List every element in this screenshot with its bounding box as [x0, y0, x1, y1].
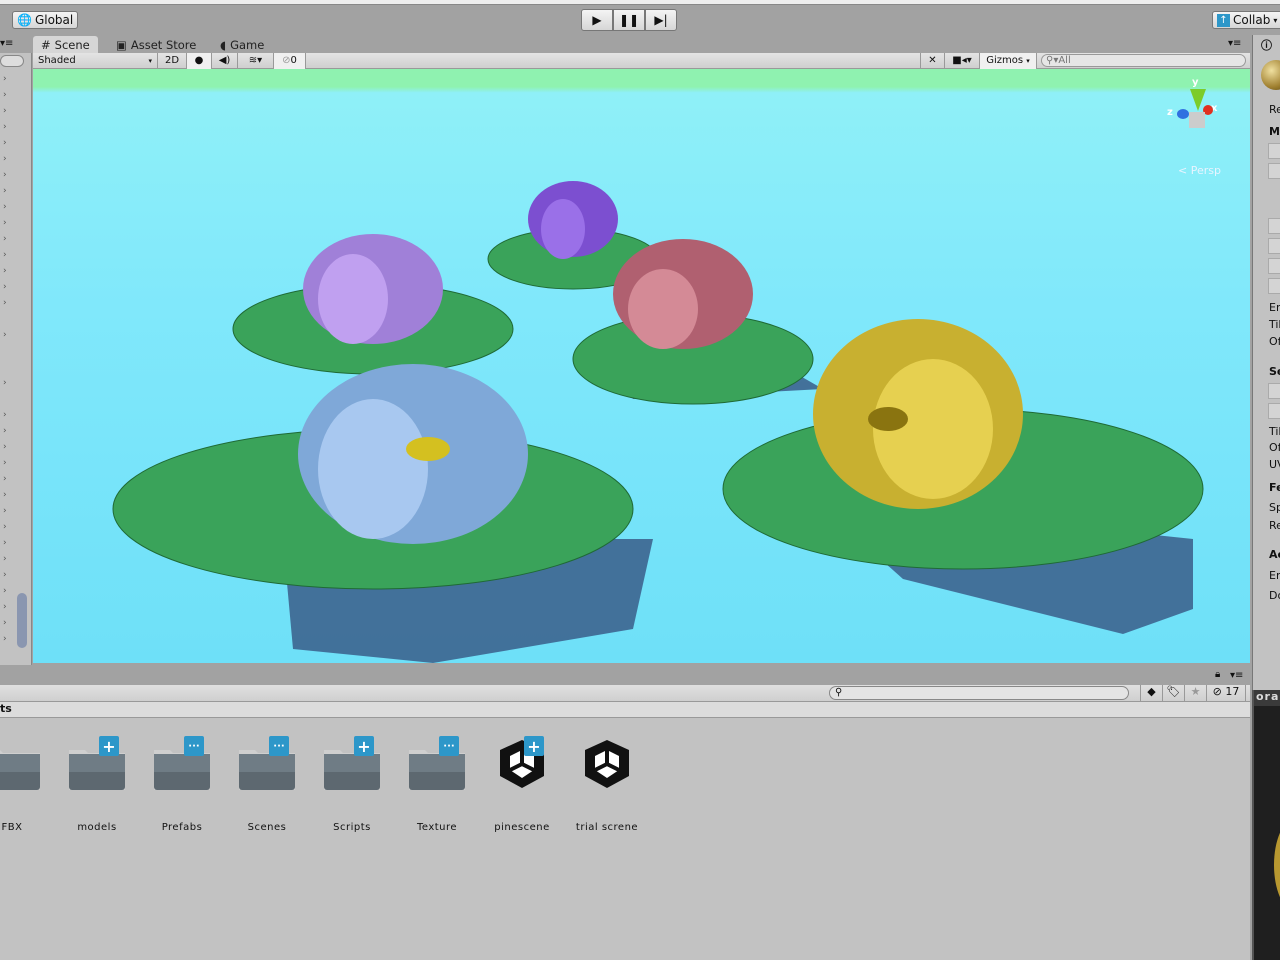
preview-panel: ora	[1252, 690, 1280, 960]
asset-name: trial screne	[575, 822, 639, 833]
material-preview-sphere	[1261, 60, 1280, 90]
asset-name: Scenes	[247, 822, 287, 833]
search-icon: ⚲▾	[1046, 55, 1059, 66]
lightbulb-icon: ●	[194, 55, 204, 66]
preview-sphere	[1274, 820, 1280, 910]
field[interactable]	[1268, 258, 1280, 274]
lock-menu-icon[interactable]: ▾≡	[0, 38, 13, 49]
inspector-panel: ⓘ Re M En Til Of Se Til Of UV Fe Sp Re A…	[1252, 35, 1280, 690]
filter-by-type-button[interactable]: ◆	[1140, 685, 1162, 702]
hierarchy-panel-edge: › › › › › › › › › › › › › › › › › › › › › › › › › › › › › › › ›	[0, 53, 32, 665]
play-icon: ▶	[592, 13, 602, 27]
favorites-button[interactable]: ★	[1184, 685, 1206, 702]
cloud-upload-icon: ↑	[1217, 13, 1230, 27]
global-pivot-button[interactable]: 🌐 Global	[12, 11, 79, 29]
camera-dropdown[interactable]: ■◂▾	[945, 52, 980, 69]
z-axis-cone[interactable]	[1177, 109, 1189, 119]
tab-game[interactable]: ◖ Game	[212, 36, 272, 53]
chevron-down-icon: ▾	[1026, 56, 1030, 65]
eye-slash-icon: ⊘	[282, 55, 291, 66]
breadcrumb[interactable]: ts	[0, 702, 1250, 718]
projection-label[interactable]: < Persp	[1178, 164, 1221, 177]
field[interactable]	[1268, 383, 1280, 399]
grid-icon: #	[41, 37, 51, 52]
scene-render	[112, 181, 1204, 663]
scene-toolbar: Shaded ▾ 2D ● ◀) ≋▾ ⊘ 0 ✕ ■◂▾ Gizmos ▾ ⚲▾ A…	[33, 52, 1250, 69]
lock-icon[interactable]: 🔒︎	[1215, 669, 1220, 680]
speaker-icon: ◀)	[218, 55, 231, 66]
scene-viewport[interactable]: y x z < Persp	[33, 69, 1250, 663]
hierarchy-search-input[interactable]	[0, 55, 24, 67]
audio-toggle[interactable]: ◀)	[212, 52, 238, 69]
filter-by-label-button[interactable]: 🏷︎	[1162, 685, 1184, 702]
eye-slash-icon: ⊘	[1212, 685, 1222, 698]
pacman-icon: ◖	[220, 37, 227, 52]
field[interactable]	[1268, 403, 1280, 419]
globe-icon: 🌐	[17, 13, 32, 27]
panel-menu-icon[interactable]: ▾≡	[1230, 670, 1243, 681]
search-icon: ⚲	[835, 687, 843, 698]
effects-dropdown[interactable]: ≋▾	[238, 52, 274, 69]
top-strip	[0, 0, 1280, 5]
tools-button[interactable]: ✕	[920, 52, 945, 69]
scene-search-input[interactable]: ⚲▾ All	[1041, 54, 1246, 67]
gizmo-center-cube[interactable]	[1189, 112, 1205, 128]
plus-icon[interactable]: +	[99, 736, 119, 756]
tools-icon: ✕	[928, 55, 937, 66]
tab-asset-store[interactable]: ▣ Asset Store	[108, 36, 204, 53]
field[interactable]	[1268, 238, 1280, 254]
chevron-down-icon: ▾	[148, 56, 152, 65]
project-toolbar: ⚲ ◆ 🏷︎ ★ ⊘ 17	[0, 685, 1250, 702]
step-icon: ▶|	[654, 13, 668, 27]
flower-lilac	[303, 234, 443, 344]
project-panel-header: 🔒︎ ▾≡	[0, 665, 1250, 685]
asset-name: FBX	[1, 822, 23, 833]
star-icon: ★	[1190, 685, 1201, 698]
flower-pink	[613, 239, 753, 349]
camera-icon: ■◂▾	[952, 55, 972, 66]
asset-name: Prefabs	[161, 822, 203, 833]
asset-name: models	[77, 822, 117, 833]
plus-icon[interactable]: +	[354, 736, 374, 756]
tag-icon: 🏷︎	[1166, 685, 1181, 698]
bag-icon: ▣	[116, 37, 127, 52]
pause-button[interactable]: ❚❚	[613, 9, 645, 31]
lighting-toggle[interactable]: ●	[187, 52, 212, 69]
tab-scene[interactable]: # Scene	[33, 36, 98, 53]
step-button[interactable]: ▶|	[645, 9, 677, 31]
more-icon[interactable]: ···	[269, 736, 289, 756]
asset-name: pinescene	[494, 822, 550, 833]
collab-button[interactable]: ↑ Collab ▾	[1212, 11, 1280, 29]
hierarchy-scrollbar[interactable]	[17, 593, 27, 648]
shapes-icon: ◆	[1147, 685, 1156, 698]
flower-yellow	[813, 319, 1023, 509]
field[interactable]	[1268, 163, 1280, 179]
effects-icon: ≋▾	[248, 55, 263, 66]
asset-grid: FBX + models ··· Prefabs ··· Scenes + Scripts ···…	[0, 718, 1250, 960]
more-icon[interactable]: ···	[439, 736, 459, 756]
panel-menu-icon[interactable]: ▾≡	[1228, 38, 1241, 49]
hierarchy-expand-arrows[interactable]: › › › › › › › › › › › › › › › › › › › › › › › › › › › › › › › ›	[3, 71, 7, 647]
project-search-input[interactable]: ⚲	[829, 686, 1129, 700]
hidden-objects-toggle[interactable]: ⊘ 0	[274, 52, 306, 69]
folder-icon	[0, 750, 40, 790]
field[interactable]	[1268, 143, 1280, 159]
info-icon: ⓘ	[1261, 39, 1272, 52]
orientation-gizmo[interactable]: y x z	[1163, 77, 1233, 147]
2d-toggle[interactable]: 2D	[158, 52, 187, 69]
shading-mode-dropdown[interactable]: Shaded ▾	[33, 52, 158, 69]
chevron-down-icon: ▾	[1273, 15, 1278, 25]
field[interactable]	[1268, 278, 1280, 294]
field[interactable]	[1268, 218, 1280, 234]
pause-icon: ❚❚	[618, 13, 640, 27]
asset-name: Scripts	[333, 822, 371, 833]
plus-icon[interactable]: +	[524, 736, 544, 756]
asset-name: Texture	[416, 822, 458, 833]
play-button[interactable]: ▶	[581, 9, 613, 31]
unity-scene-icon	[585, 740, 629, 788]
hidden-packages-toggle[interactable]: ⊘ 17	[1206, 685, 1246, 702]
more-icon[interactable]: ···	[184, 736, 204, 756]
flower-blue	[298, 364, 528, 544]
gizmos-dropdown[interactable]: Gizmos ▾	[980, 52, 1037, 69]
